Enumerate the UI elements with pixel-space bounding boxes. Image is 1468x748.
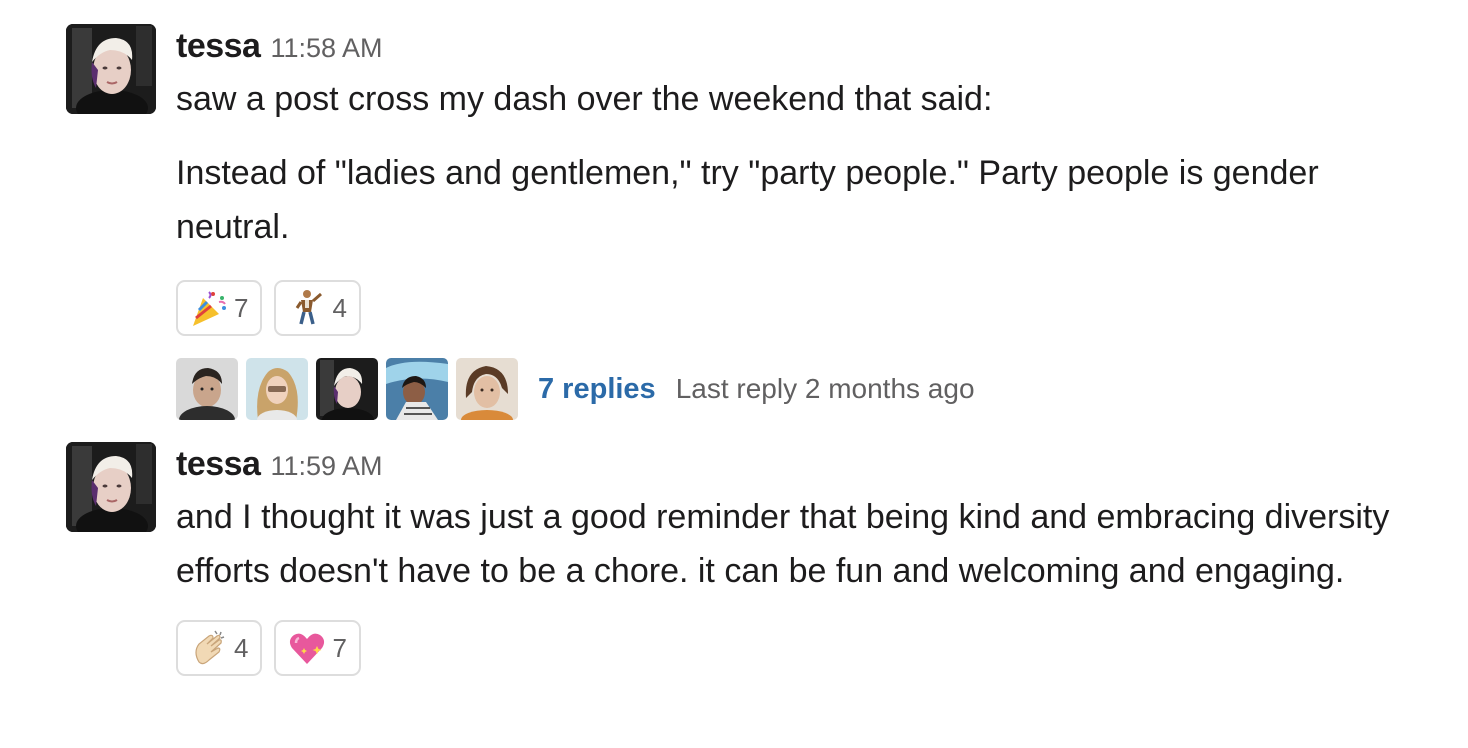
username[interactable]: tessa (176, 445, 261, 483)
clapping-hands-icon (186, 627, 232, 669)
user-avatar[interactable] (66, 24, 156, 114)
thread-replies-link[interactable]: 7 replies (538, 373, 656, 406)
message-text: saw a post cross my dash over the weeken… (176, 80, 993, 118)
reaction-sparkling-heart[interactable]: 7 (274, 620, 361, 676)
reactions-bar: 4 7 (176, 620, 1436, 676)
username[interactable]: tessa (176, 27, 261, 65)
message-content: tessa 11:58 AM saw a post cross my dash o… (176, 24, 1436, 420)
thread-participant-avatar (316, 358, 378, 420)
sparkling-heart-icon (284, 627, 330, 669)
thread-participant-avatar (386, 358, 448, 420)
message-text: Instead of "ladies and gentlemen," try "… (176, 154, 1319, 246)
thread-summary[interactable]: 7 replies Last reply 2 months ago (176, 358, 1436, 420)
reaction-count: 4 (332, 292, 347, 323)
reaction-count: 4 (234, 632, 249, 663)
user-avatar[interactable] (66, 442, 156, 532)
reaction-dancing-man[interactable]: 4 (274, 280, 361, 336)
reaction-count: 7 (332, 632, 347, 663)
thread-participant-avatar (456, 358, 518, 420)
thread-participant-avatar (246, 358, 308, 420)
reaction-party-popper[interactable]: 7 (176, 280, 263, 336)
message-header: tessa 11:59 AM (176, 442, 1436, 486)
party-popper-icon (186, 287, 232, 329)
last-reply-text: Last reply 2 months ago (675, 373, 975, 404)
dancing-man-icon (284, 287, 330, 329)
message-feed: tessa 11:58 AM saw a post cross my dash o… (0, 0, 1468, 748)
thread-participant-avatar (176, 358, 238, 420)
timestamp[interactable]: 11:58 AM (270, 33, 382, 63)
reaction-clapping-hands[interactable]: 4 (176, 620, 263, 676)
message-content: tessa 11:59 AM and I thought it was just … (176, 442, 1436, 676)
message-header: tessa 11:58 AM (176, 24, 1436, 68)
reactions-bar: 7 4 (176, 280, 1436, 336)
message-text: and I thought it was just a good reminde… (176, 498, 1390, 590)
reaction-count: 7 (234, 292, 249, 323)
timestamp[interactable]: 11:59 AM (270, 451, 382, 481)
